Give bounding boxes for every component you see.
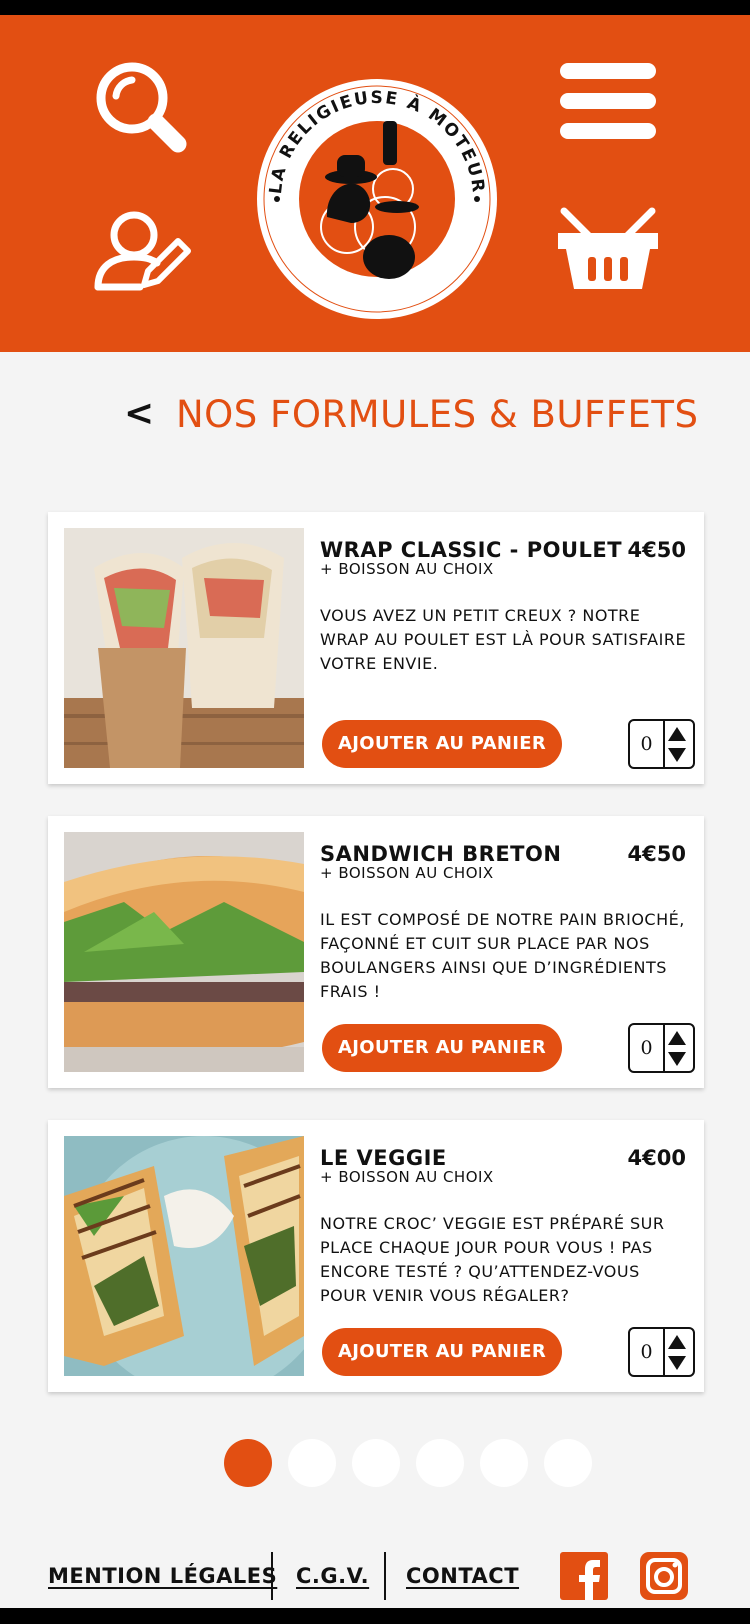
product-name: SANDWICH BRETON: [320, 842, 562, 866]
product-photo-wrap: [64, 832, 304, 1072]
product-name: LE VEGGIE: [320, 1146, 447, 1170]
page-dot-5[interactable]: [480, 1439, 528, 1487]
product-description: NOTRE CROC’ VEGGIE EST PRÉPARÉ SUR PLACE…: [320, 1214, 665, 1305]
decrement-arrow-icon[interactable]: [668, 1052, 686, 1066]
product-subtitle: + BOISSON AU CHOIX: [320, 864, 494, 882]
product-price: 4€00: [627, 1146, 686, 1170]
add-to-cart-button[interactable]: AJOUTER AU PANIER: [322, 1328, 562, 1376]
user-edit-icon[interactable]: [94, 207, 194, 297]
increment-arrow-icon[interactable]: [668, 727, 686, 741]
decrement-arrow-icon[interactable]: [668, 1356, 686, 1370]
product-card: SANDWICH BRETON 4€50 + BOISSON AU CHOIX …: [48, 816, 704, 1088]
basket-icon[interactable]: [558, 207, 658, 297]
product-photo-wrap: [64, 528, 304, 768]
page-dot-6[interactable]: [544, 1439, 592, 1487]
header: LA RELIGIEUSE À MOTEUR: [0, 15, 750, 352]
add-to-cart-button[interactable]: AJOUTER AU PANIER: [322, 720, 562, 768]
footer: MENTION LÉGALES C.G.V. CONTACT: [0, 1540, 750, 1610]
product-card: LE VEGGIE 4€00 + BOISSON AU CHOIX NOTRE …: [48, 1120, 704, 1392]
facebook-icon[interactable]: [560, 1552, 608, 1600]
page-header: < NOS FORMULES & BUFFETS: [0, 390, 750, 450]
instagram-icon[interactable]: [640, 1552, 688, 1600]
brand-logo[interactable]: LA RELIGIEUSE À MOTEUR: [255, 77, 499, 321]
page-dot-3[interactable]: [352, 1439, 400, 1487]
page-title: NOS FORMULES & BUFFETS: [176, 393, 699, 436]
product-card: WRAP CLASSIC - POULET 4€50 + BOISSON AU …: [48, 512, 704, 784]
product-subtitle: + BOISSON AU CHOIX: [320, 560, 494, 578]
footer-link-legal[interactable]: MENTION LÉGALES: [48, 1566, 277, 1587]
quantity-stepper[interactable]: 0: [628, 719, 695, 769]
home-indicator-bar: [0, 1608, 750, 1624]
increment-arrow-icon[interactable]: [668, 1335, 686, 1349]
footer-link-cgv[interactable]: C.G.V.: [296, 1566, 369, 1587]
back-button[interactable]: <: [124, 396, 154, 432]
footer-divider: [384, 1552, 386, 1600]
product-photo-wrap: [64, 1136, 304, 1376]
menu-icon[interactable]: [558, 61, 658, 151]
add-to-cart-button[interactable]: AJOUTER AU PANIER: [322, 1024, 562, 1072]
status-bar: [0, 0, 750, 15]
search-icon[interactable]: [94, 61, 194, 161]
product-subtitle: + BOISSON AU CHOIX: [320, 1168, 494, 1186]
product-description: IL EST COMPOSÉ DE NOTRE PAIN BRIOCHÉ, FA…: [320, 910, 685, 1001]
decrement-arrow-icon[interactable]: [668, 748, 686, 762]
product-name: WRAP CLASSIC - POULET: [320, 538, 623, 562]
footer-divider: [271, 1552, 273, 1600]
quantity-stepper[interactable]: 0: [628, 1023, 695, 1073]
page-dot-4[interactable]: [416, 1439, 464, 1487]
product-description: VOUS AVEZ UN PETIT CREUX ? NOTRE WRAP AU…: [320, 606, 687, 673]
pagination: [0, 1439, 750, 1489]
product-price: 4€50: [627, 538, 686, 562]
increment-arrow-icon[interactable]: [668, 1031, 686, 1045]
footer-link-contact[interactable]: CONTACT: [406, 1566, 519, 1587]
quantity-value[interactable]: 0: [630, 1329, 665, 1375]
quantity-stepper[interactable]: 0: [628, 1327, 695, 1377]
page-dot-2[interactable]: [288, 1439, 336, 1487]
page-dot-1[interactable]: [224, 1439, 272, 1487]
product-price: 4€50: [627, 842, 686, 866]
quantity-value[interactable]: 0: [630, 1025, 665, 1071]
quantity-value[interactable]: 0: [630, 721, 665, 767]
